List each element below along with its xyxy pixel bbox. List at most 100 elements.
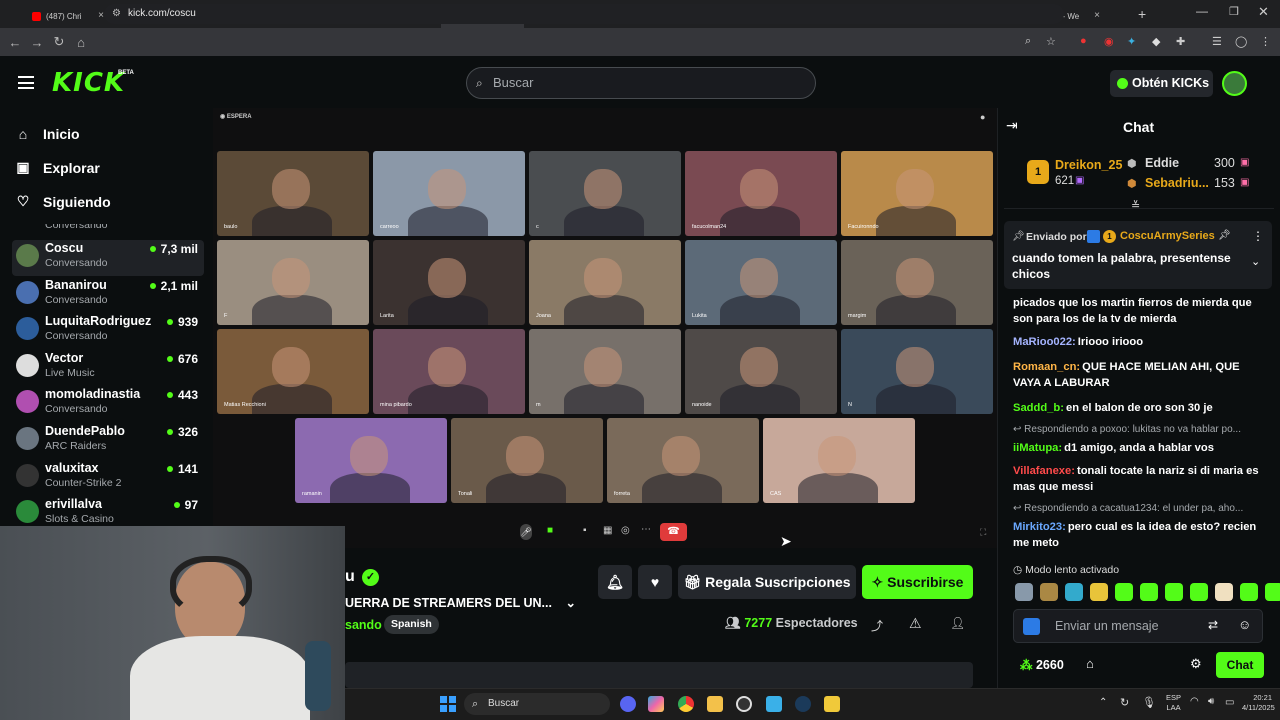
participant-tile[interactable]: baulo xyxy=(217,151,369,236)
sidebar-channel[interactable]: momoladinastia Conversando 443 xyxy=(12,386,204,422)
participant-tile[interactable]: CAS xyxy=(763,418,915,503)
extension-blue-icon[interactable]: ✦ xyxy=(1127,35,1136,48)
obs-icon[interactable] xyxy=(736,696,752,712)
volume-icon[interactable]: 🔊︎ xyxy=(1208,696,1214,707)
notes-icon[interactable] xyxy=(766,696,782,712)
gift-subs-button[interactable]: 🎁︎ Regala Suscripciones xyxy=(678,565,856,599)
extension-record-icon[interactable]: ◉ xyxy=(1104,35,1114,48)
pinned-expand-icon[interactable]: ⌄ xyxy=(1251,255,1260,268)
participant-tile[interactable]: N xyxy=(841,329,993,414)
participant-tile[interactable]: F xyxy=(217,240,369,325)
app-icon[interactable] xyxy=(824,696,840,712)
chat-input[interactable]: Enviar un mensaje ⇄ ☺ xyxy=(1013,609,1263,643)
participant-tile[interactable]: Lukita xyxy=(685,240,837,325)
participant-tile[interactable]: Larita xyxy=(373,240,525,325)
share-icon[interactable]: ⤴ xyxy=(871,617,883,634)
new-tab-button[interactable]: + xyxy=(1138,6,1146,22)
points-display[interactable]: ⁂ 2660 xyxy=(1020,657,1064,672)
sidebar-channel[interactable]: DuendePablo ARC Raiders 326 xyxy=(12,423,204,459)
wifi-icon[interactable]: ◠ xyxy=(1190,696,1199,707)
chat-username[interactable]: iiMatupa: xyxy=(1013,442,1062,454)
extensions-puzzle-icon[interactable]: ✚ xyxy=(1176,35,1185,48)
chat-send-button[interactable]: Chat xyxy=(1216,652,1264,678)
emote-icon[interactable] xyxy=(1215,583,1233,601)
participant-tile[interactable]: Facuironndo xyxy=(841,151,993,236)
leaderboard-third[interactable]: ⬢ Sebadriu... 153 ▣ xyxy=(1127,176,1267,192)
chat-username[interactable]: Villafanexe: xyxy=(1013,465,1075,477)
kick-logo[interactable]: KICK xyxy=(52,68,125,98)
collapse-chat-icon[interactable]: ⇥ xyxy=(1006,117,1018,134)
browser-tab[interactable]: (487) Chri × xyxy=(26,4,109,28)
sidebar-channel[interactable]: Bananirou Conversando 2,1 mil xyxy=(12,277,204,313)
bookmark-star-icon[interactable]: ☆ xyxy=(1046,35,1056,48)
chrome-icon[interactable] xyxy=(678,696,694,712)
participant-tile[interactable]: facucolman24 xyxy=(685,151,837,236)
pinned-more-icon[interactable]: ⋮ xyxy=(1252,229,1264,243)
taskbar-search[interactable]: ⌕ Buscar xyxy=(464,693,610,715)
emoji-icon[interactable]: ☺ xyxy=(1238,617,1251,632)
chat-toggle-icon[interactable]: ▪ xyxy=(583,525,587,536)
camera-icon[interactable]: ■ xyxy=(547,525,553,536)
channel-name[interactable]: u xyxy=(345,568,355,586)
chat-settings-icon[interactable]: ⚙ xyxy=(1190,656,1202,672)
share-screen-icon[interactable]: ◎ xyxy=(621,525,630,536)
emote-icon[interactable] xyxy=(1115,583,1133,601)
sidebar-nav-following[interactable]: ♡ Siguiendo xyxy=(16,193,111,210)
emote-icon[interactable] xyxy=(1140,583,1158,601)
emote-icon[interactable] xyxy=(1015,583,1033,601)
participant-tile[interactable]: Matias Recchioni xyxy=(217,329,369,414)
expand-leaderboard-icon[interactable]: ≚ xyxy=(1131,199,1140,212)
profile-icon[interactable]: ◯ xyxy=(1235,35,1247,48)
site-info-icon[interactable]: ⚙ xyxy=(112,4,121,24)
participant-tile[interactable]: ramanin xyxy=(295,418,447,503)
leaderboard-first[interactable]: 1 Dreikon_25 621 ▣ xyxy=(1027,158,1122,194)
chat-username[interactable]: Saddd_b: xyxy=(1013,402,1064,414)
back-icon[interactable]: ← xyxy=(4,35,26,50)
notification-button[interactable]: 🔔︎ xyxy=(598,565,632,599)
close-window-button[interactable]: ✕ xyxy=(1258,4,1269,20)
pinned-message[interactable]: 📌︎ Enviado por 1 CoscuArmySeries 📌︎ ⋮ cu… xyxy=(1004,221,1272,289)
sidebar-channel[interactable]: valuxitax Counter-Strike 2 141 xyxy=(12,460,204,496)
chat-message[interactable]: iiMatupa: d1 amigo, anda a hablar vos xyxy=(1013,440,1263,456)
sidebar-nav-home[interactable]: ⌂ Inicio xyxy=(16,126,80,142)
chevron-down-icon[interactable]: ⌄ xyxy=(565,596,575,610)
battery-icon[interactable]: ▭ xyxy=(1225,697,1234,708)
chat-message[interactable]: picados que los martin fierros de mierda… xyxy=(1013,295,1263,327)
tray-chevron-icon[interactable]: ⌃ xyxy=(1099,697,1107,708)
chat-message[interactable]: MaRioo022: Iriooo iriooo xyxy=(1013,334,1263,350)
chat-username[interactable]: MaRioo022: xyxy=(1013,336,1076,348)
stream-category[interactable]: sando xyxy=(345,618,382,632)
participant-tile[interactable]: carreoo xyxy=(373,151,525,236)
grid-icon[interactable]: ▦ xyxy=(603,525,612,536)
user-avatar[interactable] xyxy=(1222,71,1247,96)
reload-icon[interactable]: ↻ xyxy=(48,34,70,50)
steam-icon[interactable] xyxy=(795,696,811,712)
tray-sync-icon[interactable]: ↻ xyxy=(1120,696,1129,709)
sidebar-channel[interactable]: LuquitaRodriguez Conversando 939 xyxy=(12,313,204,349)
mic-icon[interactable]: 🎤︎ xyxy=(520,524,532,540)
extension-white-icon[interactable]: ◆ xyxy=(1152,35,1160,48)
forward-icon[interactable]: → xyxy=(26,35,48,50)
sidebar-channel[interactable]: Vector Live Music 676 xyxy=(12,350,204,386)
tab-close-icon[interactable]: × xyxy=(1094,10,1100,21)
discord-icon[interactable] xyxy=(620,696,636,712)
chat-message[interactable]: Saddd_b: en el balon de oro son 30 je xyxy=(1013,400,1263,416)
tab-search-icon[interactable]: ☰ xyxy=(1212,35,1222,48)
emote-icon[interactable] xyxy=(1165,583,1183,601)
chat-message[interactable]: Romaan_cn: QUE HACE MELIAN AHI, QUE VAYA … xyxy=(1013,359,1263,391)
participant-tile[interactable]: c xyxy=(529,151,681,236)
chat-username[interactable]: Mirkito23: xyxy=(1013,521,1066,533)
windows-start-icon[interactable] xyxy=(440,696,456,712)
participant-tile[interactable]: nanoide xyxy=(685,329,837,414)
search-input[interactable]: ⌕ Buscar xyxy=(466,67,816,99)
extension-red-icon[interactable]: ● xyxy=(1080,35,1087,47)
participant-tile[interactable]: m xyxy=(529,329,681,414)
participant-tile[interactable]: Joana xyxy=(529,240,681,325)
emote-icon[interactable] xyxy=(1265,583,1280,601)
emote-icon[interactable] xyxy=(1240,583,1258,601)
follow-button[interactable]: ♥ xyxy=(638,565,672,599)
fullscreen-icon[interactable]: ⛶ xyxy=(980,527,986,538)
report-icon[interactable]: ⚠ xyxy=(909,615,922,632)
home-browser-icon[interactable]: ⌂ xyxy=(70,35,92,50)
more-icon[interactable]: ⋯ xyxy=(641,524,651,535)
